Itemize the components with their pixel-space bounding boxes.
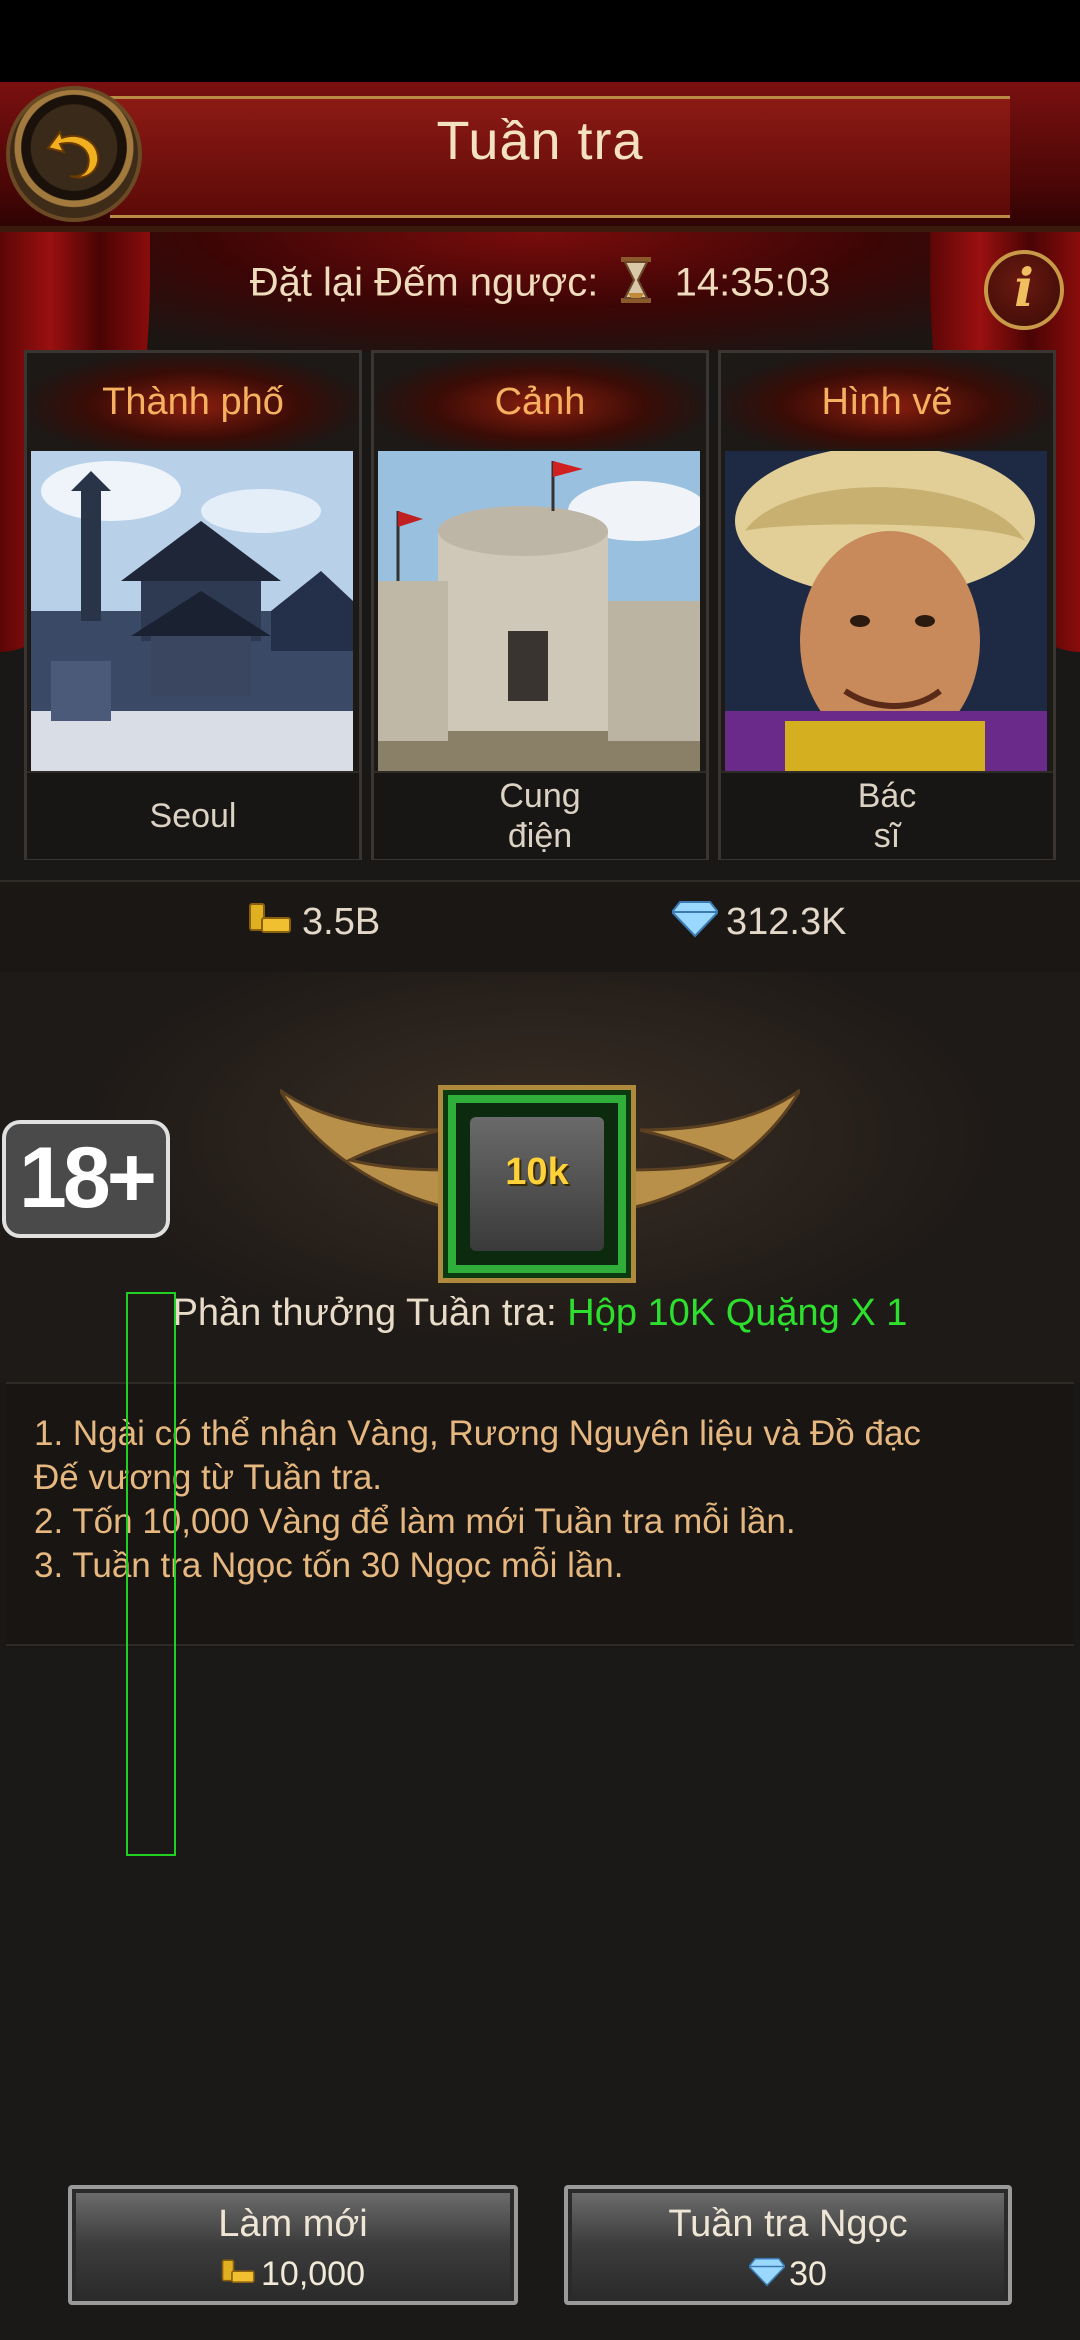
reset-countdown: Đặt lại Đếm ngược: 14:35:03: [0, 255, 1080, 315]
hourglass-icon: [619, 255, 653, 315]
countdown-time: 14:35:03: [674, 260, 831, 305]
patrol-card-scene[interactable]: Cảnh Cung điện: [371, 350, 709, 860]
reward-item-name: Hộp 10K Quặng X 1: [567, 1292, 908, 1334]
gold-amount: 3.5B: [248, 900, 380, 948]
diamond-icon: [748, 2257, 787, 2296]
left-wing-icon: [280, 1088, 460, 1212]
rule-line: 3. Tuần tra Ngọc tốn 30 Ngọc mỗi lần.: [34, 1546, 624, 1585]
highlight-box: [126, 1292, 176, 1856]
gem-patrol-button[interactable]: Tuần tra Ngọc 30: [564, 2185, 1012, 2305]
header-bar: Tuần tra: [0, 82, 1080, 236]
age-rating-badge: 18+: [2, 1120, 170, 1238]
gem-amount: 312.3K: [670, 900, 846, 948]
card-category: Hình vẽ: [821, 381, 953, 423]
card-caption: Seoul: [27, 771, 359, 859]
refresh-button[interactable]: Làm mới 10,000: [68, 2185, 518, 2305]
back-arrow-icon: [46, 129, 100, 179]
reward-prefix: Phần thưởng Tuần tra:: [172, 1292, 557, 1334]
patrol-card-figure[interactable]: Hình vẽ Bác sĩ: [718, 350, 1056, 860]
status-bar: [0, 0, 1080, 82]
refresh-cost: 10,000: [261, 2255, 365, 2293]
doctor-portrait: [725, 451, 1047, 771]
card-category: Thành phố: [102, 381, 284, 423]
city-image: [31, 451, 353, 771]
card-category: Cảnh: [494, 381, 586, 423]
right-wing-icon: [620, 1088, 800, 1212]
diamond-icon: [670, 900, 720, 948]
patrol-card-city[interactable]: Thành phố Seoul: [24, 350, 362, 860]
gold-icon: [221, 2257, 257, 2296]
page-title: Tuần tra: [436, 111, 644, 171]
countdown-label: Đặt lại Đếm ngược:: [249, 260, 599, 305]
back-button[interactable]: [6, 86, 142, 222]
card-caption: Bác sĩ: [721, 771, 1053, 859]
resource-bar: 3.5B 312.3K: [0, 880, 1080, 974]
reward-item-frame[interactable]: 10k: [448, 1095, 626, 1273]
info-button[interactable]: i: [984, 250, 1064, 330]
palace-image: [378, 451, 700, 771]
reward-item-label: 10k: [505, 1151, 569, 1193]
rule-line: Đế vương từ Tuần tra.: [34, 1458, 383, 1497]
gem-patrol-cost: 30: [789, 2255, 827, 2293]
gold-icon: [248, 900, 294, 948]
card-caption: Cung điện: [374, 771, 706, 859]
